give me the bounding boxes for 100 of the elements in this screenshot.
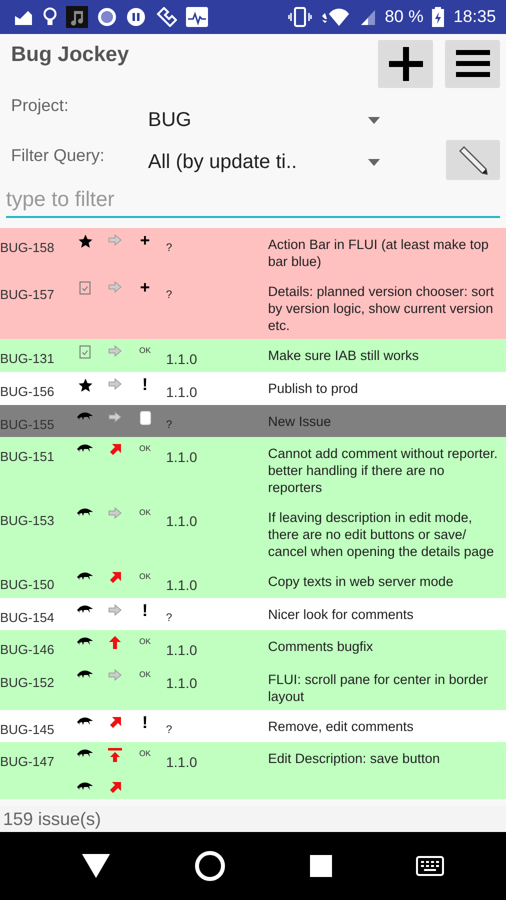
back-icon[interactable] [82, 854, 110, 878]
filter-input[interactable]: type to filter [6, 188, 500, 218]
issue-version: ? [165, 724, 174, 737]
issue-summary: Publish to prod [268, 380, 360, 398]
issue-id: BUG-131 [0, 351, 56, 367]
issue-version: ? [165, 612, 174, 625]
home-icon[interactable] [194, 850, 226, 882]
record-icon [97, 7, 117, 27]
issue-row[interactable]: BUG-156 ! 1.1.0 Publish to prod [0, 372, 506, 405]
clipboard-icon [79, 345, 91, 359]
status-mark: OK [139, 444, 151, 455]
issue-version: 1.1.0 [165, 577, 198, 593]
issue-version: 1.1.0 [165, 351, 198, 367]
issue-summary: If leaving description in edit mode, there are no edit buttons or save/ cancel when opening the details page [268, 509, 495, 560]
arrow-right-icon [108, 378, 122, 390]
arrow-right-icon [108, 507, 122, 519]
keyboard-icon[interactable] [416, 856, 444, 876]
battery-percentage: 80 % [384, 7, 424, 27]
issue-row[interactable]: BUG-151 OK 1.1.0 Cannot add comment without reporter. better handling if there are no reporters [0, 437, 506, 501]
dropdown-caret-icon [368, 116, 380, 124]
issue-id: BUG-152 [0, 675, 56, 692]
vibrate-icon [288, 7, 312, 27]
arrow-up-right-icon [108, 571, 122, 584]
status-mark: OK [139, 749, 151, 760]
arrow-up-icon [109, 636, 121, 649]
issue-row[interactable]: BUG-131 OK 1.1.0 Make sure IAB still works [0, 339, 506, 372]
issue-summary: Details: planned version chooser: sort by version logic, show current version etc. [268, 283, 495, 334]
bug-icon [76, 669, 94, 679]
issue-id: BUG-157 [0, 287, 56, 304]
bug-icon [76, 636, 94, 646]
app-title: Bug Jockey [11, 43, 129, 68]
note-icon [140, 411, 150, 425]
bug-icon [76, 443, 94, 453]
bug-icon [76, 571, 94, 581]
issue-version: 1.1.0 [165, 513, 198, 531]
issue-row[interactable]: BUG-152 OK 1.1.0 FLUI: scroll pane for center in border layout [0, 663, 506, 710]
issue-row[interactable]: BUG-158 + ? Action Bar in FLUI (at least make top bar blue) [0, 228, 506, 275]
arrow-up-right-icon [108, 781, 122, 794]
status-mark: + [140, 279, 150, 299]
issue-summary: New Issue [268, 413, 332, 431]
status-mark: OK [139, 346, 151, 357]
issue-version: 1.1.0 [165, 384, 198, 400]
issue-version: ? [165, 242, 174, 256]
issue-row[interactable]: BUG-154 ! ? Nicer look for comments [0, 598, 506, 630]
status-mark: OK [139, 637, 151, 648]
issue-row[interactable]: BUG-145 ! ? Remove, edit comments [0, 710, 506, 742]
bulb-icon [43, 7, 57, 27]
issue-id: BUG-147 [0, 754, 56, 770]
bug-icon [76, 411, 94, 421]
issue-summary: Comments bugfix [268, 638, 374, 656]
issue-summary: Edit Description: save button [268, 750, 441, 768]
add-button[interactable] [378, 40, 433, 88]
issue-version: 1.1.0 [165, 642, 198, 658]
status-mark: ! [142, 376, 148, 396]
issue-id: BUG-155 [0, 417, 56, 432]
music-icon [66, 6, 88, 28]
issue-row[interactable]: BUG-157 + ? Details: planned version chooser: sort by version logic, show current version etc. [0, 275, 506, 339]
issue-version: ? [165, 419, 174, 432]
issue-row[interactable]: BUG-153 OK 1.1.0 If leaving description in edit mode, there are no edit buttons or save/ cancel when opening the details page [0, 501, 506, 565]
issue-count: 159 issue(s) [3, 808, 102, 830]
issue-summary: Action Bar in FLUI (at least make top bar blue) [268, 236, 490, 270]
issue-row[interactable]: BUG-147 OK 1.1.0 Edit Description: save button [0, 742, 506, 775]
pencil-icon [457, 145, 489, 175]
bug-icon [76, 716, 94, 726]
issue-summary: Copy texts in web server mode [268, 573, 454, 591]
chart-icon [186, 7, 208, 27]
filter-query-dropdown[interactable]: All (by update ti.. [148, 144, 380, 180]
project-dropdown[interactable]: BUG [148, 102, 380, 138]
arrow-up-bar-icon [108, 748, 122, 762]
status-mark: ! [142, 714, 148, 734]
filter-query-label: Filter Query: [11, 146, 106, 166]
issue-summary: Cannot add comment without reporter. better handling if there are no reporters [268, 445, 499, 496]
issue-row[interactable]: BUG-150 OK 1.1.0 Copy texts in web server mode [0, 565, 506, 598]
clipboard-icon [79, 281, 91, 295]
arrow-right-icon [108, 669, 122, 681]
pause-icon [126, 7, 146, 27]
issue-version: 1.1.0 [165, 754, 198, 770]
signal-icon [360, 8, 376, 26]
arrow-right-icon [108, 604, 122, 616]
bug-icon [76, 748, 94, 758]
edit-query-button[interactable] [446, 140, 500, 180]
issue-row[interactable]: BUG-146 OK 1.1.0 Comments bugfix [0, 630, 506, 663]
status-mark: ! [142, 602, 148, 622]
arrow-right-icon [108, 234, 122, 246]
issue-id: BUG-156 [0, 384, 56, 400]
dropdown-caret-icon [368, 158, 380, 166]
arrow-right-icon [108, 345, 122, 357]
status-mark: OK [139, 670, 151, 681]
menu-button[interactable] [445, 40, 500, 88]
issue-version: ? [165, 289, 174, 303]
status-mark: + [140, 232, 150, 252]
arrow-up-right-icon [108, 443, 122, 456]
issue-id: BUG-150 [0, 577, 56, 593]
issue-summary: Remove, edit comments [268, 718, 415, 736]
issue-row[interactable]: BUG-155 ? New Issue [0, 405, 506, 437]
menu-icon [456, 50, 490, 78]
issue-summary: Nicer look for comments [268, 606, 415, 624]
star-icon [78, 378, 92, 393]
plus-icon [388, 47, 422, 81]
issue-id: BUG-146 [0, 642, 56, 658]
